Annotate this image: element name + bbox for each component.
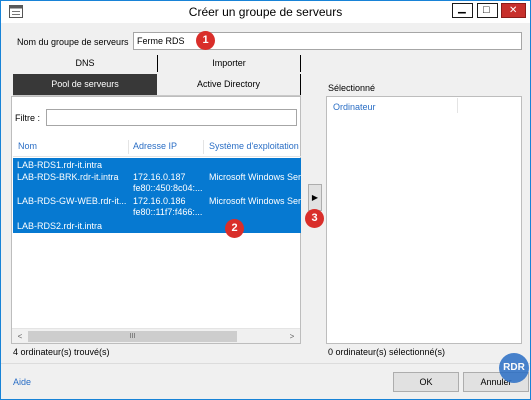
step-marker-2: 2 xyxy=(225,219,244,238)
step-marker-1: 1 xyxy=(196,31,215,50)
scroll-left-icon[interactable]: < xyxy=(13,330,27,343)
scroll-right-icon[interactable]: > xyxy=(285,330,299,343)
server-name: LAB-RDS-BRK.rdr-it.intra xyxy=(17,172,119,182)
found-count: 4 ordinateur(s) trouvé(s) xyxy=(13,347,110,357)
server-ip: 172.16.0.186 xyxy=(133,196,186,206)
server-ip: 172.16.0.187 xyxy=(133,172,186,182)
server-os: Microsoft Windows Ser xyxy=(209,172,301,182)
title-bar: Créer un groupe de serveurs ▁ □ ✕ xyxy=(1,1,530,23)
table-row[interactable]: LAB-RDS-BRK.rdr-it.intra 172.16.0.187 fe… xyxy=(13,172,301,194)
server-ipv6: fe80::450:8c04:... xyxy=(133,183,203,193)
scroll-thumb[interactable]: III xyxy=(28,331,237,342)
filter-input[interactable] xyxy=(46,109,297,126)
selected-count: 0 ordinateur(s) sélectionné(s) xyxy=(328,347,446,357)
column-separator xyxy=(457,98,458,113)
column-header-ip[interactable]: Adresse IP xyxy=(133,141,177,151)
window-title: Créer un groupe de serveurs xyxy=(188,5,343,19)
column-separator xyxy=(128,140,129,154)
tab-active-directory[interactable]: Active Directory xyxy=(157,74,301,95)
table-row[interactable]: LAB-RDS2.rdr-it.intra xyxy=(13,221,301,231)
table-row[interactable]: LAB-RDS-GW-WEB.rdr-it... 172.16.0.186 fe… xyxy=(13,196,301,218)
rdr-logo: RDR xyxy=(499,353,529,383)
dialog-window: Créer un groupe de serveurs ▁ □ ✕ Nom du… xyxy=(0,0,531,400)
group-name-label: Nom du groupe de serveurs xyxy=(17,37,129,47)
horizontal-scrollbar[interactable]: < III > xyxy=(12,328,300,343)
selected-label: Sélectionné xyxy=(328,83,376,93)
group-name-input[interactable]: Ferme RDS xyxy=(133,32,522,50)
tab-importer[interactable]: Importer xyxy=(157,55,301,72)
server-ipv6: fe80::11f7:f466:... xyxy=(133,207,203,217)
column-header-os[interactable]: Système d'exploitation xyxy=(209,141,299,151)
selected-panel xyxy=(326,96,522,344)
tab-pool[interactable]: Pool de serveurs xyxy=(13,74,157,95)
maximize-button[interactable]: □ xyxy=(477,3,498,18)
ok-button[interactable]: OK xyxy=(393,372,459,392)
server-name: LAB-RDS2.rdr-it.intra xyxy=(17,221,103,231)
table-row[interactable]: LAB-RDS1.rdr-it.intra xyxy=(13,160,301,170)
server-table-header: Nom Adresse IP Système d'exploitation xyxy=(13,137,301,157)
column-header-name[interactable]: Nom xyxy=(18,141,37,151)
server-name: LAB-RDS1.rdr-it.intra xyxy=(17,160,103,170)
server-table-body: LAB-RDS1.rdr-it.intra LAB-RDS-BRK.rdr-it… xyxy=(13,158,301,233)
server-os: Microsoft Windows Ser xyxy=(209,196,301,206)
column-header-computer[interactable]: Ordinateur xyxy=(333,102,376,112)
maximize-icon: □ xyxy=(483,4,490,16)
column-separator xyxy=(203,140,204,154)
server-name: LAB-RDS-GW-WEB.rdr-it... xyxy=(17,196,127,206)
close-icon: ✕ xyxy=(509,5,518,16)
filter-label: Filtre : xyxy=(15,113,41,123)
close-button[interactable]: ✕ xyxy=(501,3,526,18)
minimize-icon: ▁ xyxy=(458,3,466,14)
tab-dns[interactable]: DNS xyxy=(13,55,157,72)
minimize-button[interactable]: ▁ xyxy=(452,3,473,18)
add-to-selection-button[interactable]: ▶ xyxy=(308,184,322,211)
footer-divider xyxy=(1,363,530,364)
step-marker-3: 3 xyxy=(305,209,324,228)
help-link[interactable]: Aide xyxy=(13,377,31,387)
arrow-right-icon: ▶ xyxy=(311,193,319,202)
